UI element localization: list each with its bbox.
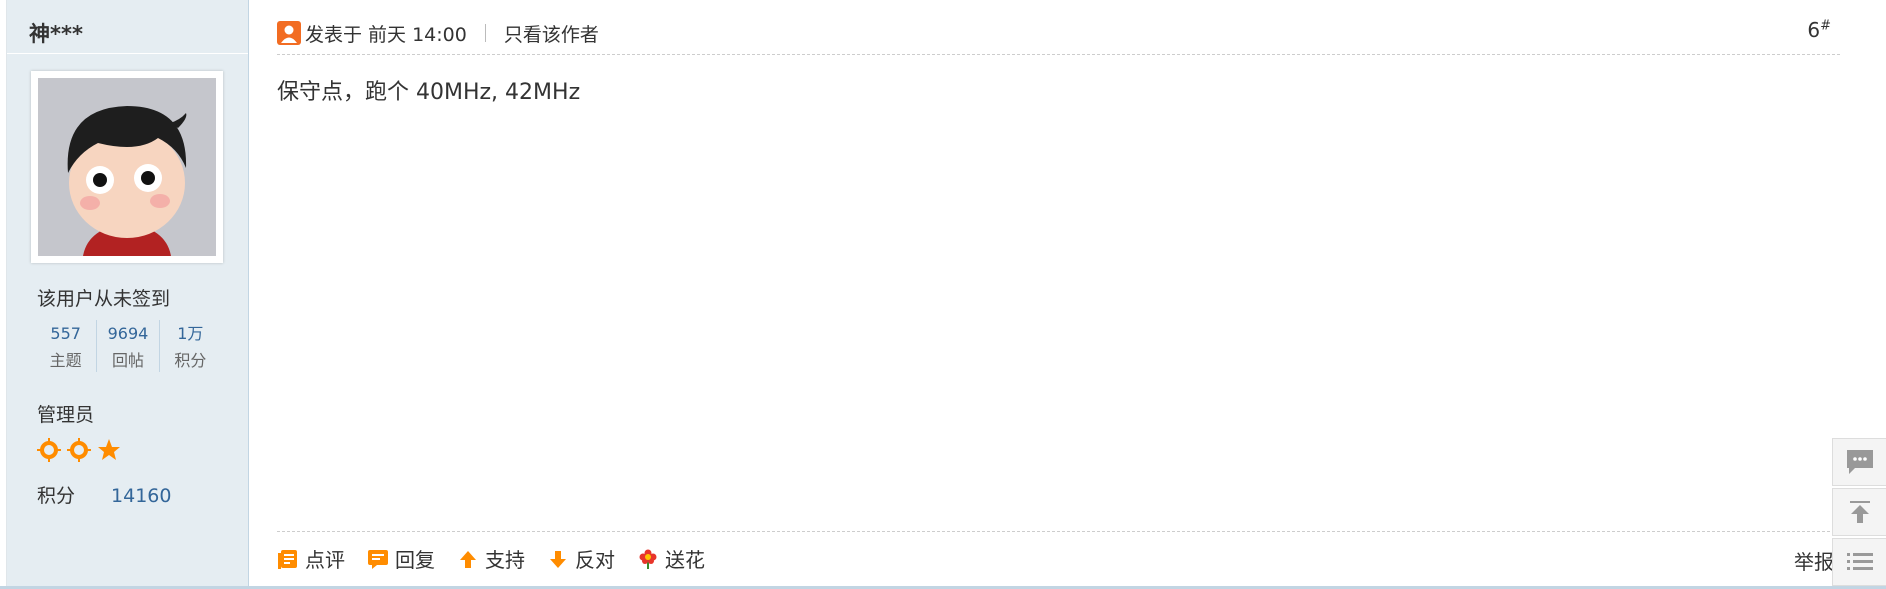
oppose-label: 反对: [575, 548, 615, 572]
divider: [7, 53, 248, 54]
avatar[interactable]: [38, 78, 216, 256]
thumb-down-arrow-icon: [550, 550, 566, 568]
floor-number[interactable]: 6#: [1807, 18, 1831, 42]
back-to-top-button[interactable]: [1832, 488, 1886, 536]
footer-divider: [277, 531, 1840, 532]
stat-value: 9694: [107, 324, 149, 343]
flower-button[interactable]: 送花: [637, 544, 705, 573]
rank-stars: [37, 438, 121, 462]
stat-threads[interactable]: 557 主题: [35, 320, 96, 372]
flower-icon: [639, 549, 657, 569]
floating-toolbar: [1832, 438, 1886, 588]
author-icon: [277, 21, 301, 45]
author-name[interactable]: 神***: [29, 18, 83, 48]
signin-status: 该用户从未签到: [37, 288, 171, 310]
star-icon: [98, 439, 120, 460]
sun-icon: [67, 438, 91, 462]
chat-button[interactable]: [1832, 438, 1886, 486]
support-label: 支持: [485, 548, 525, 572]
post-time: 发表于 前天 14:00: [305, 23, 467, 46]
points-value: 14160: [111, 485, 172, 507]
only-author-link[interactable]: 只看该作者: [504, 20, 599, 47]
divider: [484, 24, 486, 42]
stat-value: 1万: [177, 324, 204, 343]
comment-icon: [278, 549, 297, 569]
stat-label: 回帖: [111, 351, 144, 370]
list-button[interactable]: [1832, 538, 1886, 586]
comment-label: 点评: [305, 548, 345, 572]
support-button[interactable]: 支持: [457, 544, 525, 573]
author-role[interactable]: 管理员: [37, 400, 94, 427]
post-content: 保守点，跑个 40MHz, 42MHz: [277, 80, 581, 105]
stat-replies[interactable]: 9694 回帖: [96, 320, 158, 372]
header-divider: [277, 54, 1840, 55]
list-icon: [1847, 553, 1873, 570]
author-stats: 557 主题 9694 回帖 1万 积分: [35, 320, 221, 372]
reply-icon: [368, 549, 388, 569]
post-container: 神*** 该用户从未签到 557 主题 9694 回帖 1万 积分 管理员 积分…: [0, 0, 1886, 589]
floor-value: 6: [1807, 18, 1821, 42]
points-label: 积分: [37, 485, 76, 507]
reply-button[interactable]: 回复: [367, 544, 435, 573]
report-link[interactable]: 举报: [1794, 546, 1834, 575]
reply-label: 回复: [395, 548, 435, 572]
comment-button[interactable]: 点评: [277, 544, 345, 573]
post-header: 发表于 前天 14:00 只看该作者: [277, 18, 599, 48]
stat-value: 557: [50, 324, 81, 343]
stat-points[interactable]: 1万 积分: [158, 320, 221, 372]
stat-label: 主题: [49, 351, 82, 370]
stat-label: 积分: [174, 351, 207, 370]
oppose-button[interactable]: 反对: [547, 544, 615, 573]
back-to-top-icon: [1850, 501, 1870, 523]
sun-icon: [37, 438, 61, 462]
flower-label: 送花: [665, 548, 705, 572]
post-actions: 点评 回复 支持 反对 送花: [277, 544, 727, 573]
author-sidebar: 神*** 该用户从未签到 557 主题 9694 回帖 1万 积分 管理员 积分…: [6, 0, 249, 586]
avatar-frame[interactable]: [31, 71, 223, 263]
chat-icon: [1847, 450, 1873, 474]
author-points: 积分 14160: [37, 481, 171, 508]
floor-mark: #: [1820, 18, 1831, 34]
thumb-up-arrow-icon: [460, 550, 476, 568]
